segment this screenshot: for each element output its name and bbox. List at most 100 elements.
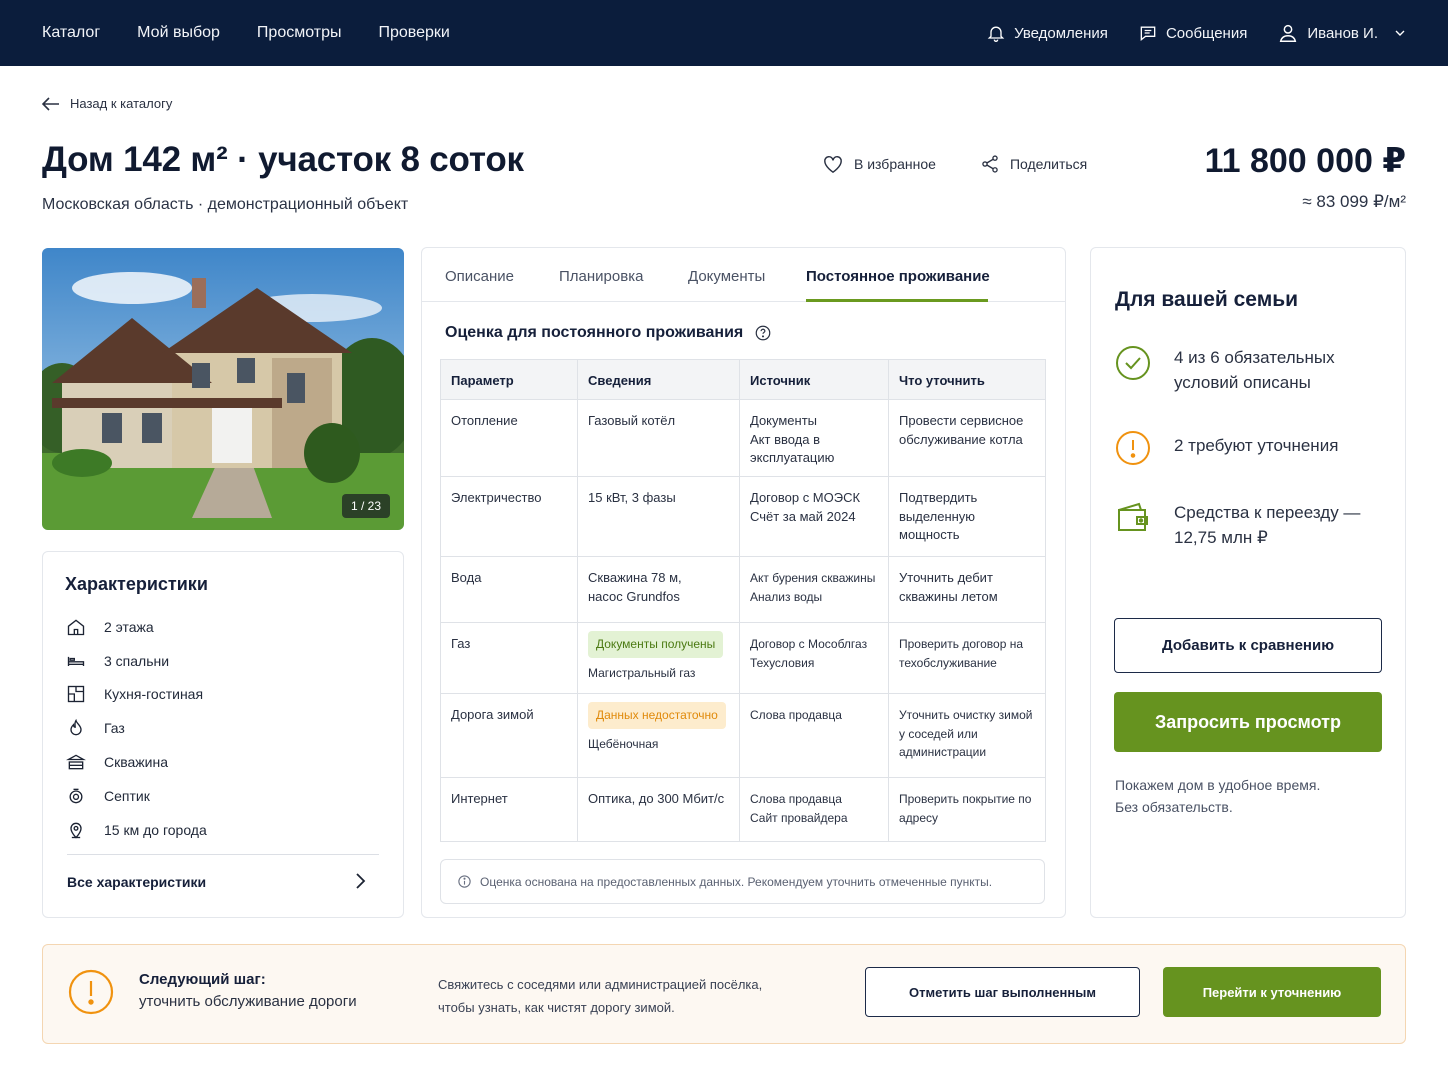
- next-step-banner: Следующий шаг: уточнить обслуживание дор…: [42, 944, 1406, 1044]
- param-cell: Вода: [440, 556, 578, 623]
- description-line: чтобы узнать, как чистят дорогу зимой.: [438, 1000, 675, 1015]
- todo-cell: Провести сервисное обслуживание котла: [888, 399, 1046, 477]
- flame-icon: [65, 717, 87, 739]
- price-per-m2: ≈ 83 099 ₽/м²: [1302, 192, 1406, 211]
- source-cell: Документы Акт ввода в эксплуатацию: [739, 399, 889, 477]
- tab-description[interactable]: Описание: [445, 268, 514, 285]
- table-row: Газ Документы получены Магистральный газ…: [440, 622, 1046, 694]
- bed-icon: [65, 650, 87, 672]
- todo-cell: Подтвердить выделенную мощность: [888, 476, 1046, 557]
- user-name: Иванов И.: [1307, 24, 1378, 42]
- characteristic-label: Септик: [104, 787, 150, 804]
- help-icon[interactable]: [754, 324, 772, 342]
- assessment-title-text: Оценка для постоянного проживания: [445, 324, 744, 341]
- info-cell: Оптика, до 300 Мбит/с: [577, 777, 740, 842]
- wallet-icon: [1115, 500, 1152, 543]
- house-icon: [65, 616, 87, 638]
- param-cell: Интернет: [440, 777, 578, 842]
- septic-icon: [65, 785, 87, 807]
- characteristic-item: 3 спальни: [65, 644, 207, 678]
- chevron-right-icon[interactable]: [353, 872, 367, 890]
- share-button[interactable]: Поделиться: [980, 154, 1087, 174]
- source-line: Акт бурения скважины: [750, 571, 876, 585]
- table-row: Интернет Оптика, до 300 Мбит/с Слова про…: [440, 777, 1046, 842]
- info-line: Скважина 78 м,: [588, 570, 682, 585]
- page-title: Дом 142 м² · участок 8 соток: [42, 140, 524, 179]
- characteristic-label: Газ: [104, 720, 125, 737]
- mark-done-button[interactable]: Отметить шаг выполненным: [865, 967, 1140, 1017]
- back-to-catalog-link[interactable]: Назад к каталогу: [42, 96, 172, 111]
- source-line: Договор с Мособлгаз: [750, 637, 868, 651]
- source-line: Акт ввода в эксплуатацию: [750, 431, 835, 466]
- source-cell: Слова продавца Сайт провайдера: [739, 777, 889, 842]
- details-panel: Описание Планировка Документы Постоянное…: [421, 247, 1066, 918]
- family-card: Для вашей семьи 4 из 6 обязательных усло…: [1090, 247, 1406, 918]
- family-note-line: Покажем дом в удобное время.: [1115, 777, 1321, 793]
- characteristic-label: 3 спальни: [104, 652, 170, 669]
- nav-catalog[interactable]: Каталог: [42, 24, 100, 42]
- tab-bar: Описание Планировка Документы Постоянное…: [422, 248, 1065, 302]
- messages-link[interactable]: Сообщения: [1138, 23, 1247, 43]
- table-row: Дорога зимой Данных недостаточно Щебёноч…: [440, 693, 1046, 778]
- column-header: Сведения: [577, 359, 740, 400]
- nav-viewings[interactable]: Просмотры: [257, 24, 342, 42]
- warning-icon: [68, 969, 114, 1015]
- location-pin-icon: [65, 819, 87, 841]
- assessment-note: Оценка основана на предоставленных данны…: [440, 859, 1045, 904]
- house-photo[interactable]: 1 / 23: [42, 248, 404, 530]
- listing-actions: В избранное Поделиться: [822, 154, 1087, 174]
- source-line: Слова продавца: [750, 792, 842, 806]
- main-menu: Каталог Мой выбор Просмотры Проверки: [42, 0, 450, 66]
- info-cell: Скважина 78 м, насос Grundfos: [577, 556, 740, 623]
- param-cell: Отопление: [440, 399, 578, 477]
- nav-my-choice[interactable]: Мой выбор: [137, 24, 220, 42]
- table-row: Отопление Газовый котёл Документы Акт вво…: [440, 399, 1046, 477]
- source-line: Сайт провайдера: [750, 810, 848, 825]
- nav-checks[interactable]: Проверки: [379, 24, 450, 42]
- column-header: Параметр: [440, 359, 578, 400]
- characteristic-label: Скважина: [104, 754, 169, 771]
- todo-cell: Уточнить дебит скважины летом: [888, 556, 1046, 623]
- characteristic-item: Газ: [65, 711, 207, 745]
- info-line: насос Grundfos: [588, 588, 680, 604]
- tab-documents[interactable]: Документы: [688, 268, 765, 285]
- characteristic-item: 15 км до города: [65, 813, 207, 847]
- tab-permanent-living[interactable]: Постоянное проживание: [806, 268, 990, 285]
- share-icon: [982, 155, 998, 173]
- share-label: Поделиться: [1009, 156, 1088, 172]
- tab-floorplan[interactable]: Планировка: [559, 268, 643, 285]
- floorplan-icon: [65, 683, 87, 705]
- assessment-title: Оценка для постоянного проживания: [445, 324, 772, 342]
- source-line: Документы: [750, 413, 818, 428]
- add-to-compare-button[interactable]: Добавить к сравнению: [1114, 618, 1382, 673]
- go-to-clarification-button[interactable]: Перейти к уточнению: [1163, 967, 1381, 1017]
- next-step-subtitle: уточнить обслуживание дороги: [139, 993, 357, 1010]
- table-row: Электричество 15 кВт, 3 фазы Договор с М…: [440, 476, 1046, 557]
- status-badge-ok: Документы получены: [588, 631, 724, 658]
- well-icon: [65, 751, 87, 773]
- assessment-table: Параметр Сведения Источник Что уточнить …: [440, 359, 1046, 842]
- favorite-button[interactable]: В избранное: [822, 154, 936, 174]
- info-text: Магистральный газ: [588, 665, 696, 680]
- chat-icon: [1140, 26, 1156, 42]
- all-characteristics-link[interactable]: Все характеристики: [67, 874, 206, 890]
- bell-icon: [987, 26, 1005, 42]
- characteristics-card: Характеристики 2 этажа 3 спальни Кухня-г…: [42, 551, 404, 918]
- next-step-title: Следующий шаг:: [139, 971, 266, 988]
- todo-cell: Проверить покрытие по адресу: [888, 777, 1046, 842]
- characteristic-item: 2 этажа: [65, 610, 207, 644]
- characteristic-label: 15 км до города: [104, 821, 207, 838]
- assessment-note-text: Оценка основана на предоставленных данны…: [480, 874, 993, 889]
- todo-cell: Уточнить очистку зимой у соседей или адм…: [888, 693, 1046, 778]
- param-cell: Электричество: [440, 476, 578, 557]
- source-line: Договор с МОЭСК: [750, 490, 861, 505]
- request-viewing-button[interactable]: Запросить просмотр: [1114, 692, 1382, 752]
- source-line: Анализ воды: [750, 589, 823, 604]
- notifications-link[interactable]: Уведомления: [986, 23, 1108, 43]
- page-subtitle: Московская область · демонстрационный об…: [42, 196, 409, 213]
- characteristic-item: Скважина: [65, 745, 207, 779]
- user-profile-menu[interactable]: Иванов И.: [1277, 22, 1408, 44]
- source-line: Техусловия: [750, 655, 815, 670]
- notifications-label: Уведомления: [1014, 24, 1108, 42]
- characteristic-label: Кухня-гостиная: [104, 686, 204, 703]
